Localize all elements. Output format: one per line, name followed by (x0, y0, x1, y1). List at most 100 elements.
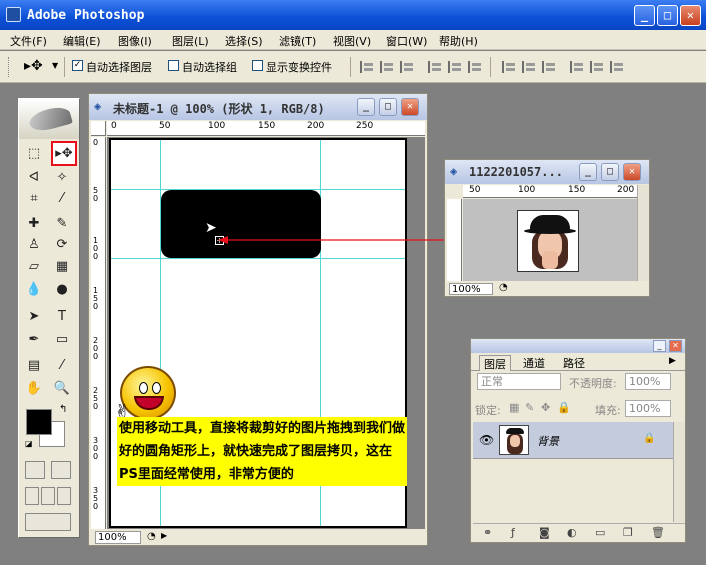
lock-image-icon[interactable]: ✎ (525, 401, 534, 414)
delete-layer-icon[interactable]: 🗑 (651, 526, 665, 539)
screen-mode-full-menu-button[interactable] (41, 487, 55, 505)
menu-image[interactable]: 图像(I) (118, 33, 152, 49)
align-hcenter-icon[interactable] (448, 61, 462, 73)
marquee-tool-icon[interactable]: ⬚ (23, 143, 45, 164)
move-tool-preset-icon[interactable]: ▸✥ (24, 58, 43, 74)
show-transform-checkbox[interactable] (252, 60, 263, 71)
opacity-field[interactable]: 100% (625, 373, 671, 390)
distribute-left-icon[interactable] (570, 61, 584, 73)
lock-transparent-icon[interactable]: ▦ (509, 401, 519, 414)
lock-all-icon[interactable]: 🔒 (557, 401, 571, 414)
doc-close-button[interactable]: ✕ (401, 98, 419, 116)
align-vcenter-icon[interactable] (380, 61, 394, 73)
auto-select-group-checkbox[interactable] (168, 60, 179, 71)
foreground-color-swatch[interactable] (26, 409, 52, 435)
align-bottom-icon[interactable] (400, 61, 414, 73)
blur-tool-icon[interactable]: 💧 (23, 279, 45, 300)
status-info-icon[interactable]: ◔ (147, 531, 156, 542)
default-colors-icon[interactable]: ◪ (25, 439, 33, 448)
eyedropper-tool-icon[interactable]: ⁄ (51, 355, 73, 376)
menu-view[interactable]: 视图(V) (333, 33, 371, 49)
lock-position-icon[interactable]: ✥ (541, 401, 550, 414)
healing-brush-tool-icon[interactable]: ✚ (23, 213, 45, 234)
portrait-photo[interactable] (517, 210, 579, 272)
dodge-tool-icon[interactable]: ● (51, 279, 73, 300)
fill-field[interactable]: 100% (625, 400, 671, 417)
guide-horizontal[interactable] (111, 258, 405, 259)
source-zoom-field[interactable]: 100% (449, 283, 493, 295)
distribute-vcenter-icon[interactable] (522, 61, 536, 73)
source-maximize-button[interactable]: □ (601, 163, 619, 181)
eraser-tool-icon[interactable]: ▱ (23, 256, 45, 277)
grip-handle[interactable] (8, 57, 12, 77)
menu-file[interactable]: 文件(F) (10, 33, 47, 49)
menu-select[interactable]: 选择(S) (225, 33, 263, 49)
source-title-bar[interactable]: ◈ 1122201057... _ □ ✕ (445, 160, 649, 184)
standard-mode-button[interactable] (25, 461, 45, 479)
menu-edit[interactable]: 编辑(E) (63, 33, 101, 49)
layer-row-background[interactable]: 👁 背景 🔒 (473, 422, 673, 459)
distribute-hcenter-icon[interactable] (590, 61, 604, 73)
chevron-down-icon[interactable]: ▼ (52, 61, 58, 70)
layers-scrollbar[interactable] (673, 422, 685, 522)
align-right-icon[interactable] (468, 61, 482, 73)
slice-tool-icon[interactable]: ⁄ (51, 188, 73, 209)
minimize-button[interactable]: _ (634, 5, 655, 26)
crop-tool-icon[interactable]: ⌗ (23, 188, 45, 209)
new-layer-icon[interactable]: ❐ (623, 526, 633, 539)
blend-mode-select[interactable]: 正常 (477, 373, 561, 390)
source-vertical-scrollbar[interactable] (637, 185, 649, 281)
move-tool-icon[interactable]: ▸✥ (51, 141, 77, 166)
layer-style-icon[interactable]: ƒ (511, 526, 515, 539)
align-left-icon[interactable] (428, 61, 442, 73)
swap-colors-icon[interactable]: ↰ (59, 404, 67, 415)
status-arrow-icon[interactable]: ▶ (161, 531, 167, 540)
notes-tool-icon[interactable]: ▤ (23, 355, 45, 376)
tab-layers[interactable]: 图层 (479, 355, 511, 371)
menu-help[interactable]: 帮助(H) (439, 33, 478, 49)
magic-wand-tool-icon[interactable]: ✧ (51, 167, 73, 188)
link-layers-icon[interactable]: ⚭ (483, 526, 492, 539)
close-button[interactable]: ✕ (680, 5, 701, 26)
new-group-icon[interactable]: ▭ (595, 526, 605, 539)
layers-panel-title-bar[interactable]: _ ✕ (471, 339, 685, 353)
tab-channels[interactable]: 通道 (519, 355, 549, 371)
panel-menu-icon[interactable]: ▶ (669, 356, 676, 366)
screen-mode-full-button[interactable] (57, 487, 71, 505)
hand-tool-icon[interactable]: ✋ (23, 378, 45, 399)
panel-minimize-button[interactable]: _ (653, 340, 666, 352)
history-brush-tool-icon[interactable]: ⟳ (51, 234, 73, 255)
document-title-bar[interactable]: ◈ 未标题-1 @ 100% (形状 1, RGB/8) _ □ ✕ (89, 94, 427, 120)
quick-mask-button[interactable] (51, 461, 71, 479)
adjustment-layer-icon[interactable]: ◐ (567, 526, 577, 539)
panel-close-button[interactable]: ✕ (669, 340, 682, 352)
align-top-icon[interactable] (360, 61, 374, 73)
auto-select-layer-checkbox[interactable]: ✓ (72, 60, 83, 71)
type-tool-icon[interactable]: T (51, 306, 73, 327)
jump-to-imageready-button[interactable] (25, 513, 71, 531)
pen-tool-icon[interactable]: ✒ (23, 329, 45, 350)
brush-tool-icon[interactable]: ✎ (51, 213, 73, 234)
menu-window[interactable]: 窗口(W) (386, 33, 427, 49)
layer-mask-icon[interactable]: ◙ (539, 526, 550, 539)
menu-layer[interactable]: 图层(L) (172, 33, 209, 49)
distribute-top-icon[interactable] (502, 61, 516, 73)
menu-filter[interactable]: 滤镜(T) (279, 33, 316, 49)
tab-paths[interactable]: 路径 (559, 355, 589, 371)
gradient-tool-icon[interactable]: ▦ (51, 256, 73, 277)
lasso-tool-icon[interactable]: ᐊ (23, 167, 45, 188)
source-close-button[interactable]: ✕ (623, 163, 641, 181)
clone-stamp-tool-icon[interactable]: ♙ (23, 234, 45, 255)
doc-minimize-button[interactable]: _ (357, 98, 375, 116)
path-selection-tool-icon[interactable]: ➤ (23, 306, 45, 327)
visibility-eye-icon[interactable]: 👁 (479, 433, 494, 447)
zoom-tool-icon[interactable]: 🔍 (51, 378, 73, 399)
distribute-right-icon[interactable] (610, 61, 624, 73)
doc-maximize-button[interactable]: □ (379, 98, 397, 116)
source-minimize-button[interactable]: _ (579, 163, 597, 181)
shape-tool-icon[interactable]: ▭ (51, 329, 73, 350)
maximize-button[interactable]: □ (657, 5, 678, 26)
distribute-bottom-icon[interactable] (542, 61, 556, 73)
zoom-field[interactable]: 100% (95, 531, 141, 544)
status-info-icon[interactable]: ◔ (499, 282, 508, 293)
